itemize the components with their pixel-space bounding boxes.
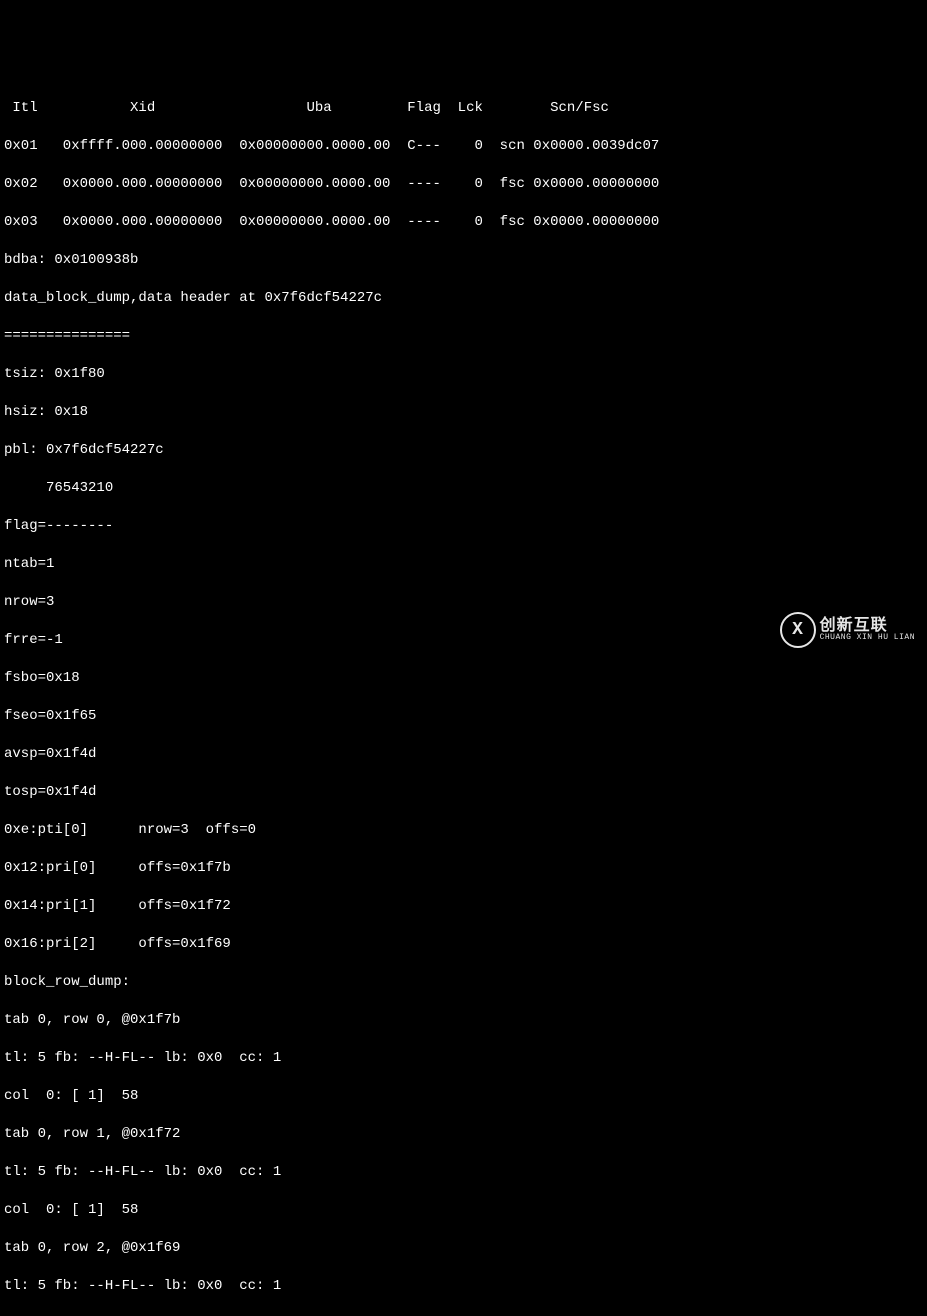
dump-line: fseo=0x1f65 — [4, 707, 923, 726]
itl-row-0: 0x01 0xffff.000.00000000 0x00000000.0000… — [4, 137, 923, 156]
dump-line: tl: 5 fb: --H-FL-- lb: 0x0 cc: 1 — [4, 1049, 923, 1068]
dump-line: tsiz: 0x1f80 — [4, 365, 923, 384]
dump-line: tab 0, row 0, @0x1f7b — [4, 1011, 923, 1030]
dump-line: flag=-------- — [4, 517, 923, 536]
dump-line: 0x16:pri[2] offs=0x1f69 — [4, 935, 923, 954]
dump-line: =============== — [4, 327, 923, 346]
dump-line: tosp=0x1f4d — [4, 783, 923, 802]
dump-line: pbl: 0x7f6dcf54227c — [4, 441, 923, 460]
dump-line: ntab=1 — [4, 555, 923, 574]
itl-row-2: 0x03 0x0000.000.00000000 0x00000000.0000… — [4, 213, 923, 232]
dump-line: fsbo=0x18 — [4, 669, 923, 688]
dump-line: avsp=0x1f4d — [4, 745, 923, 764]
dump-line: tl: 5 fb: --H-FL-- lb: 0x0 cc: 1 — [4, 1163, 923, 1182]
dump-line: bdba: 0x0100938b — [4, 251, 923, 270]
dump-line: nrow=3 — [4, 593, 923, 612]
dump-line: 0x12:pri[0] offs=0x1f7b — [4, 859, 923, 878]
itl-header-line: Itl Xid Uba Flag Lck Scn/Fsc — [4, 99, 923, 118]
dump-line: block_row_dump: — [4, 973, 923, 992]
dump-line: data_block_dump,data header at 0x7f6dcf5… — [4, 289, 923, 308]
terminal-output: Itl Xid Uba Flag Lck Scn/Fsc 0x01 0xffff… — [4, 80, 923, 1316]
watermark-en-text: CHUANG XIN HU LIAN — [820, 634, 915, 642]
dump-line: tab 0, row 2, @0x1f69 — [4, 1239, 923, 1258]
dump-line: hsiz: 0x18 — [4, 403, 923, 422]
dump-line: col 0: [ 1] 58 — [4, 1087, 923, 1106]
dump-line: 0xe:pti[0] nrow=3 offs=0 — [4, 821, 923, 840]
dump-line: 0x14:pri[1] offs=0x1f72 — [4, 897, 923, 916]
dump-line: tl: 5 fb: --H-FL-- lb: 0x0 cc: 1 — [4, 1277, 923, 1296]
watermark-logo-icon: X — [780, 612, 816, 648]
watermark-icon-text: X — [792, 621, 803, 640]
dump-line: col 0: [ 1] 58 — [4, 1201, 923, 1220]
watermark: X 创新互联 CHUANG XIN HU LIAN — [780, 612, 915, 648]
watermark-cn-text: 创新互联 — [820, 618, 915, 634]
itl-row-1: 0x02 0x0000.000.00000000 0x00000000.0000… — [4, 175, 923, 194]
watermark-text-block: 创新互联 CHUANG XIN HU LIAN — [820, 618, 915, 642]
dump-line: 76543210 — [4, 479, 923, 498]
dump-line: tab 0, row 1, @0x1f72 — [4, 1125, 923, 1144]
dump-line: col 0: [ 1] 58 — [4, 1315, 923, 1316]
